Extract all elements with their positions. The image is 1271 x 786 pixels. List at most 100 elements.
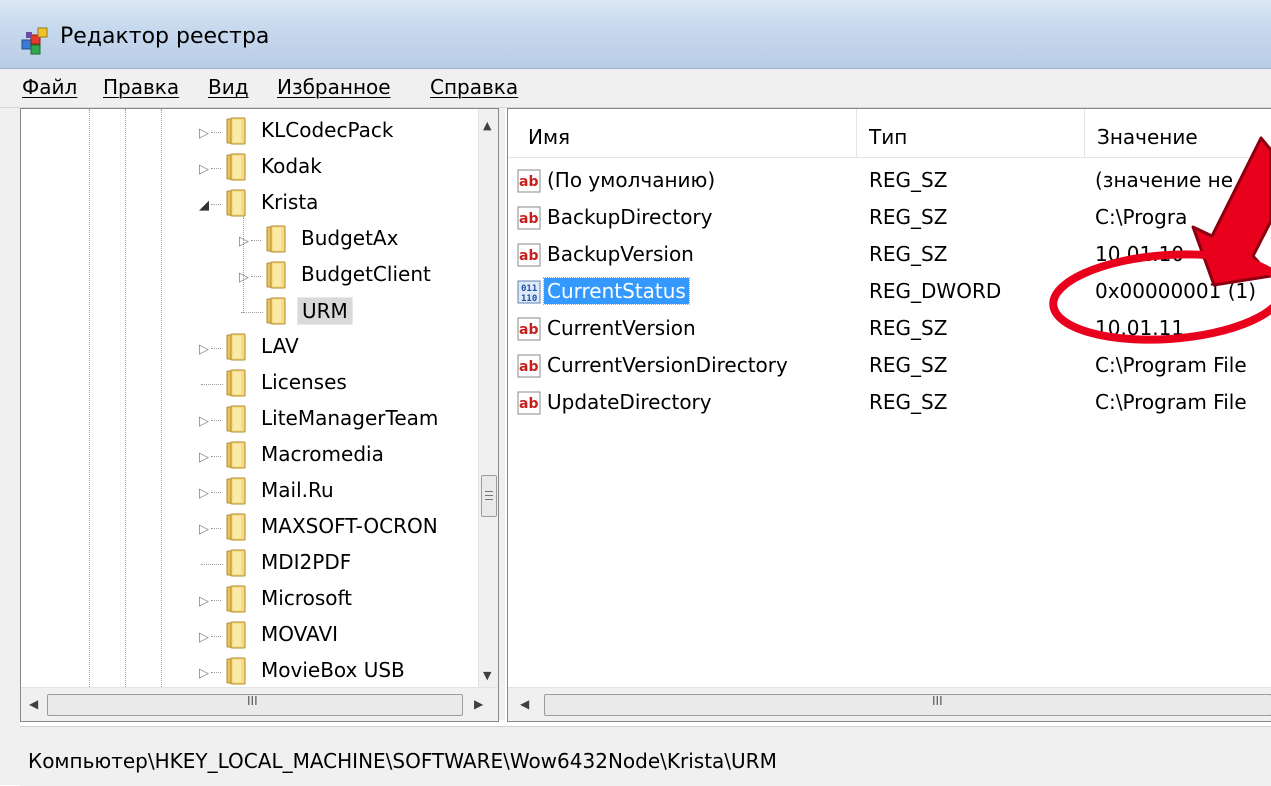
values-pane[interactable]: Имя Тип Значение ab (По умолчанию) REG_SZ (… xyxy=(507,108,1271,722)
folder-icon xyxy=(226,117,246,145)
tree-item-krista[interactable]: ◢ Krista xyxy=(21,185,478,221)
menu-file[interactable]: Файл xyxy=(22,75,77,99)
tree-item-litemanagerteam[interactable]: ▷ LiteManagerTeam xyxy=(21,401,478,437)
key-tree-pane[interactable]: ▷ KLCodecPack ▷ Kodak ◢ Krista ▷ BudgetAx ▷ Budge… xyxy=(20,108,499,722)
value-data: 10.01.11 xyxy=(1095,316,1185,340)
folder-icon xyxy=(226,153,246,181)
tree-item-budgetax[interactable]: ▷ BudgetAx xyxy=(21,221,478,257)
expand-arrow-icon[interactable]: ▷ xyxy=(239,234,249,249)
value-type: REG_SZ xyxy=(869,168,948,192)
tree-item-licenses[interactable]: Licenses xyxy=(21,365,478,401)
tree-connector xyxy=(211,636,221,637)
tree-connector xyxy=(241,312,263,313)
svg-text:ab: ab xyxy=(519,322,538,338)
grip-line xyxy=(485,499,493,500)
value-row[interactable]: ab BackupDirectory REG_SZ C:\Progra xyxy=(508,200,1271,236)
menu-help[interactable]: Справка xyxy=(430,75,518,99)
expand-arrow-icon[interactable]: ▷ xyxy=(199,450,209,465)
reg-sz-icon: ab xyxy=(517,317,541,341)
expand-arrow-icon[interactable]: ▷ xyxy=(199,630,209,645)
tree-item-macromedia[interactable]: ▷ Macromedia xyxy=(21,437,478,473)
tree-item-mail-ru[interactable]: ▷ Mail.Ru xyxy=(21,473,478,509)
menu-view[interactable]: Вид xyxy=(208,75,249,99)
tree-item-label: Kodak xyxy=(261,154,322,178)
scroll-down-arrow-icon[interactable]: ▼ xyxy=(483,669,491,682)
tree-item-klcodecpack[interactable]: ▷ KLCodecPack xyxy=(21,113,478,149)
reg-sz-icon: ab xyxy=(517,243,541,267)
value-type: REG_DWORD xyxy=(869,279,1002,303)
grip-mark: III xyxy=(247,694,258,708)
expand-arrow-icon[interactable]: ▷ xyxy=(199,486,209,501)
scroll-right-arrow-icon[interactable]: ▶ xyxy=(474,697,483,711)
column-headers: Имя Тип Значение xyxy=(508,109,1271,158)
tree-item-maxsoft-ocron[interactable]: ▷ MAXSOFT-OCRON xyxy=(21,509,478,545)
value-type: REG_SZ xyxy=(869,390,948,414)
pane-splitter[interactable] xyxy=(499,108,505,720)
tree-item-label: URM xyxy=(297,297,353,325)
svg-text:110: 110 xyxy=(521,294,537,304)
expand-arrow-icon[interactable]: ▷ xyxy=(199,162,209,177)
value-row[interactable]: ab CurrentVersion REG_SZ 10.01.11 xyxy=(508,311,1271,347)
tree-item-label: MDI2PDF xyxy=(261,550,352,574)
value-data: 10.01.10 xyxy=(1095,242,1185,266)
tree-connector xyxy=(251,276,261,277)
column-separator[interactable] xyxy=(856,109,857,157)
tree-horizontal-scrollbar[interactable]: ◀ III ▶ xyxy=(21,687,498,721)
value-type: REG_SZ xyxy=(869,316,948,340)
values-horizontal-scrollbar[interactable]: ◀ III xyxy=(508,687,1271,721)
menu-favorites[interactable]: Избранное xyxy=(277,75,391,99)
value-row[interactable]: 011 110 CurrentStatus REG_DWORD 0x00000001 (… xyxy=(508,274,1271,310)
expand-arrow-icon[interactable]: ▷ xyxy=(199,126,209,141)
expand-arrow-icon[interactable]: ▷ xyxy=(239,270,249,285)
column-header-value[interactable]: Значение xyxy=(1097,125,1198,149)
values-hscroll-thumb[interactable] xyxy=(544,694,1271,716)
value-row[interactable]: ab (По умолчанию) REG_SZ (значение не xyxy=(508,163,1271,199)
scroll-left-arrow-icon[interactable]: ◀ xyxy=(29,697,38,711)
value-name: UpdateDirectory xyxy=(547,390,712,414)
value-data: C:\Program File xyxy=(1095,390,1247,414)
value-type: REG_SZ xyxy=(869,205,948,229)
column-header-type[interactable]: Тип xyxy=(869,125,907,149)
title-bar[interactable]: Редактор реестра xyxy=(0,0,1271,69)
folder-icon xyxy=(226,477,246,505)
tree-item-budgetclient[interactable]: ▷ BudgetClient xyxy=(21,257,478,293)
collapse-arrow-icon[interactable]: ◢ xyxy=(199,198,209,213)
key-tree: ▷ KLCodecPack ▷ Kodak ◢ Krista ▷ BudgetAx ▷ Budge… xyxy=(21,109,478,687)
expand-arrow-icon[interactable]: ▷ xyxy=(199,522,209,537)
tree-item-urm[interactable]: URM xyxy=(21,293,478,329)
value-name: CurrentVersionDirectory xyxy=(547,353,788,377)
tree-connector xyxy=(211,204,221,205)
tree-vertical-scrollbar[interactable]: ▲ ▼ xyxy=(478,109,498,687)
column-header-name[interactable]: Имя xyxy=(528,125,570,149)
folder-icon xyxy=(226,621,246,649)
tree-connector xyxy=(251,240,261,241)
tree-item-movavi[interactable]: ▷ MOVAVI xyxy=(21,617,478,653)
column-separator[interactable] xyxy=(1084,109,1085,157)
grip-line xyxy=(485,495,493,496)
tree-item-kodak[interactable]: ▷ Kodak xyxy=(21,149,478,185)
menu-edit[interactable]: Правка xyxy=(103,75,179,99)
folder-icon xyxy=(226,369,246,397)
expand-arrow-icon[interactable]: ▷ xyxy=(199,666,209,681)
value-row[interactable]: ab UpdateDirectory REG_SZ C:\Program File xyxy=(508,385,1271,421)
tree-scroll-thumb[interactable] xyxy=(481,475,497,517)
folder-icon xyxy=(226,189,246,217)
tree-item-lav[interactable]: ▷ LAV xyxy=(21,329,478,365)
tree-item-moviebox-usb[interactable]: ▷ MovieBox USB xyxy=(21,653,478,687)
scroll-up-arrow-icon[interactable]: ▲ xyxy=(483,119,491,132)
tree-item-label: Licenses xyxy=(261,370,347,394)
tree-item-label: KLCodecPack xyxy=(261,118,394,142)
value-row[interactable]: ab CurrentVersionDirectory REG_SZ C:\Progra… xyxy=(508,348,1271,384)
value-name: CurrentVersion xyxy=(547,316,696,340)
scroll-left-arrow-icon[interactable]: ◀ xyxy=(520,697,529,711)
expand-arrow-icon[interactable]: ▷ xyxy=(199,342,209,357)
expand-arrow-icon[interactable]: ▷ xyxy=(199,414,209,429)
reg-dword-icon: 011110 xyxy=(517,280,541,304)
expand-arrow-icon[interactable]: ▷ xyxy=(199,594,209,609)
folder-icon xyxy=(226,549,246,577)
tree-item-mdi2pdf[interactable]: MDI2PDF xyxy=(21,545,478,581)
value-type: REG_SZ xyxy=(869,242,948,266)
value-row[interactable]: ab BackupVersion REG_SZ 10.01.10 xyxy=(508,237,1271,273)
tree-item-microsoft[interactable]: ▷ Microsoft xyxy=(21,581,478,617)
tree-item-label: MOVAVI xyxy=(261,622,339,646)
